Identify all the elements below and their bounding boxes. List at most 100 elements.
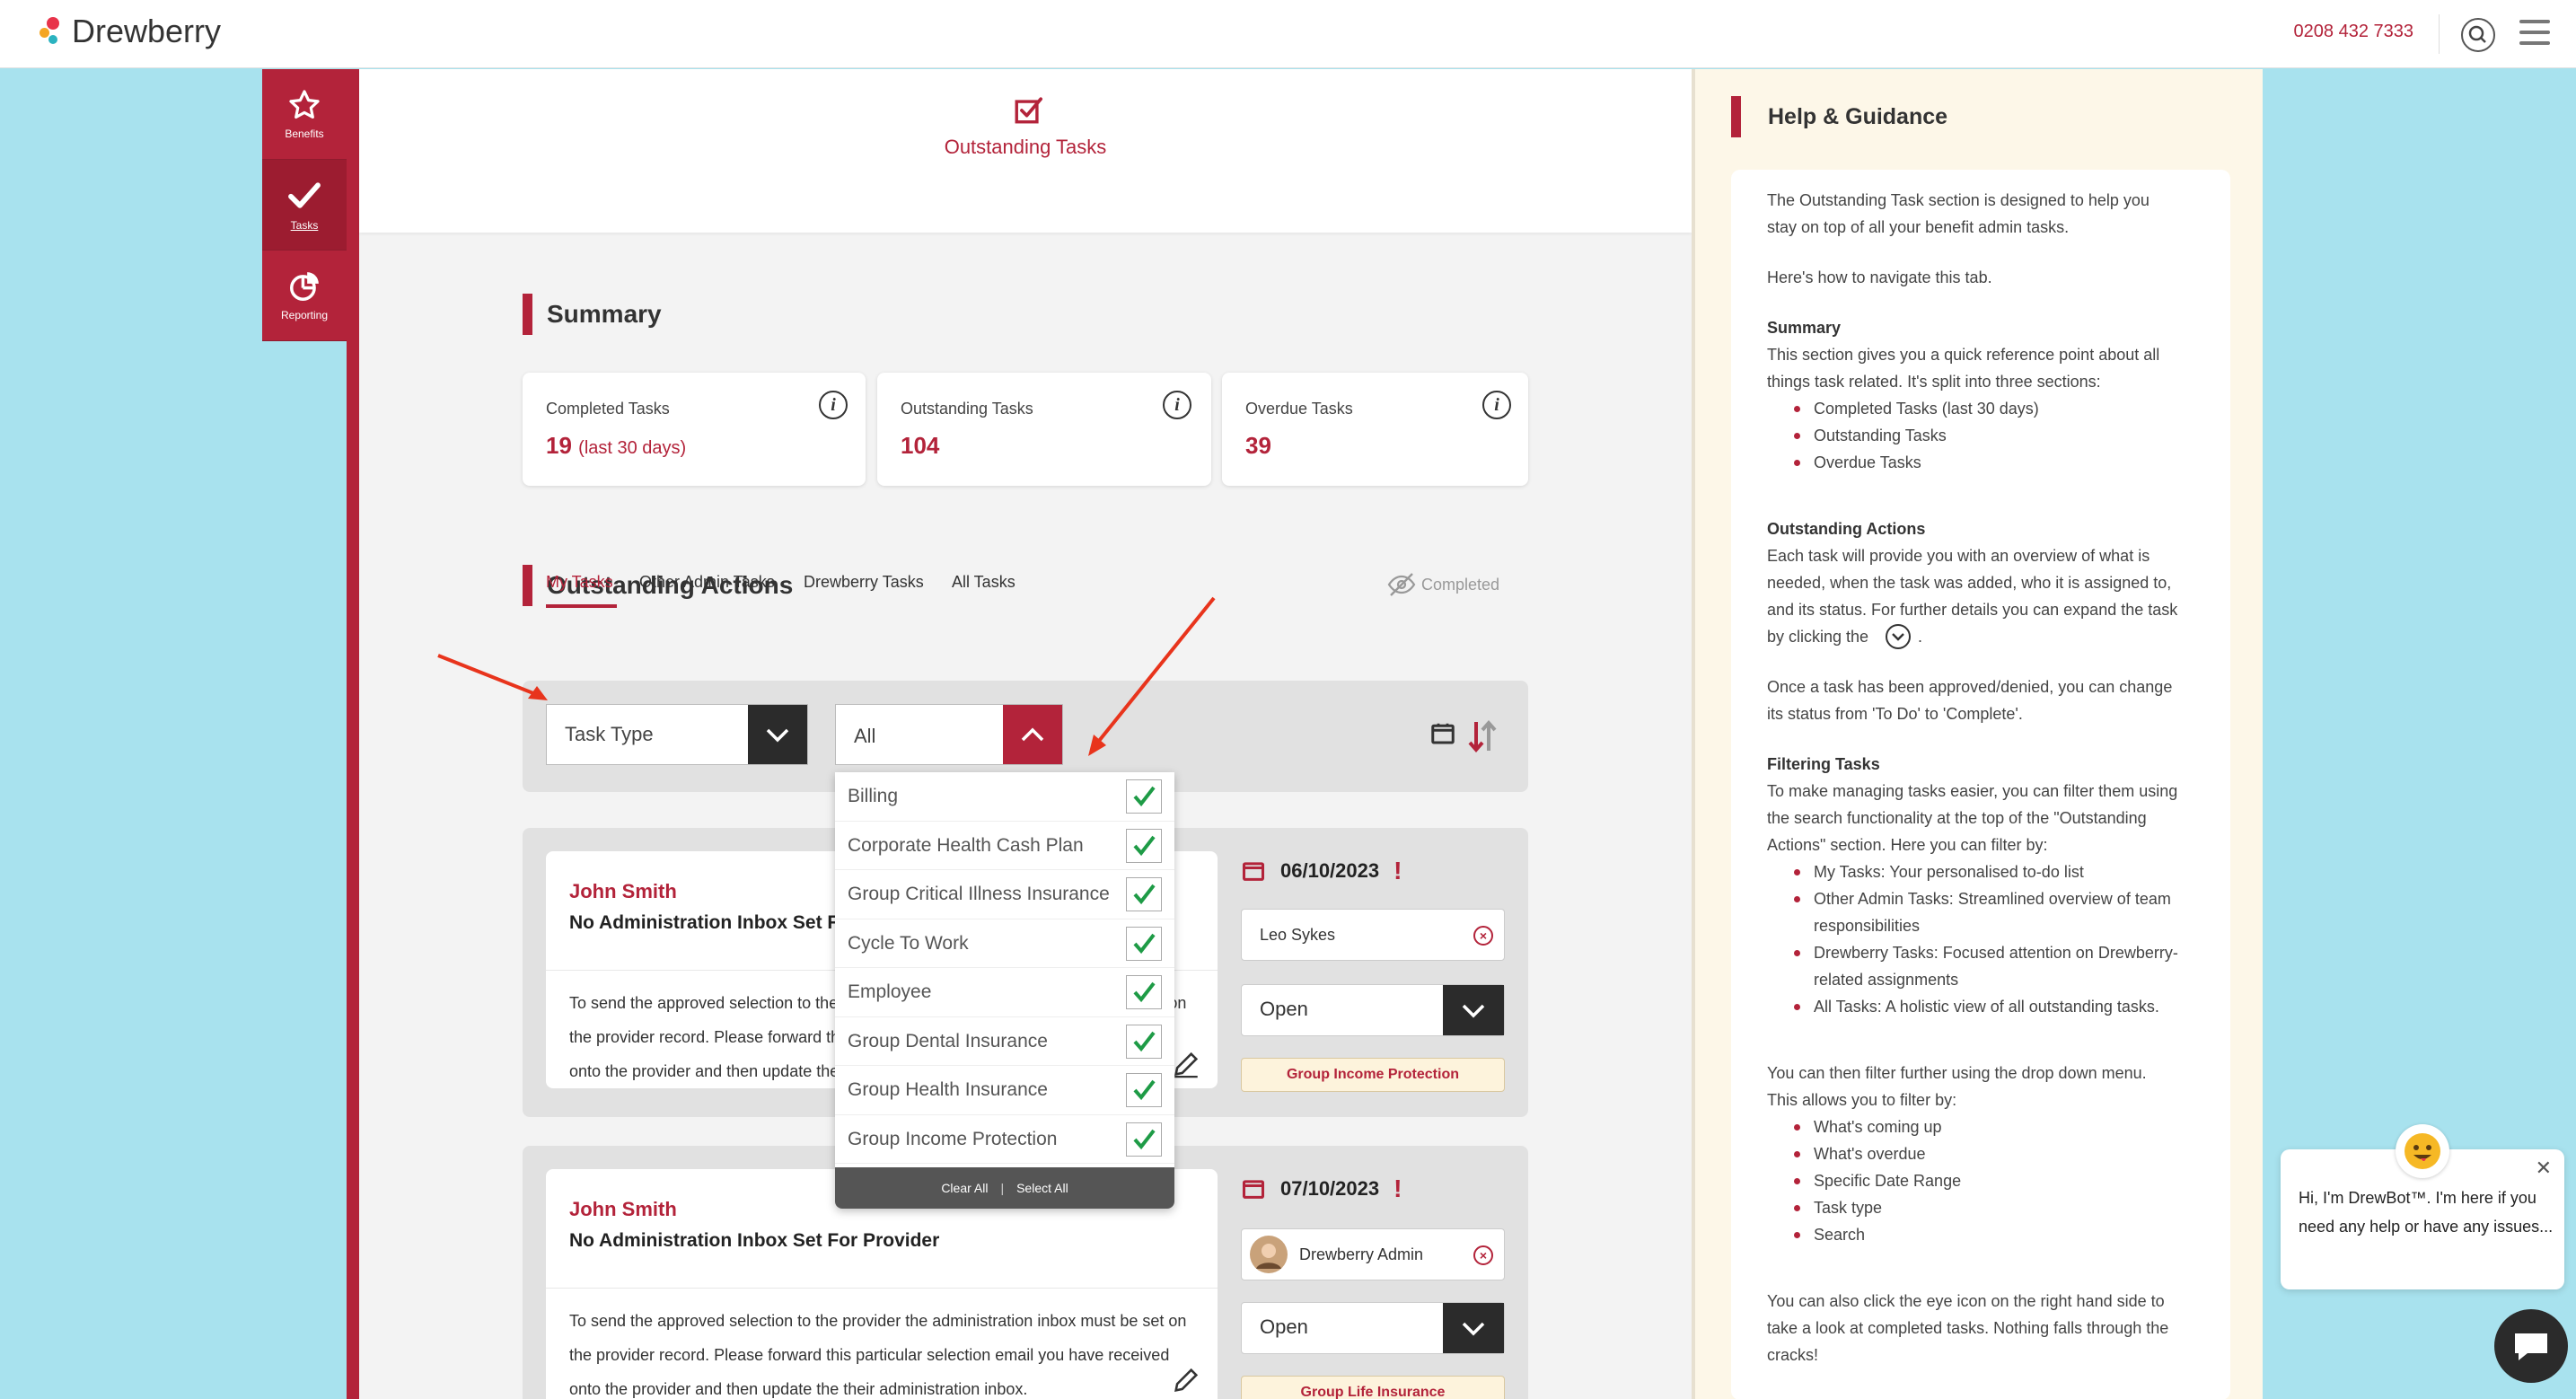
info-icon[interactable]: i — [819, 391, 848, 419]
assignee-field[interactable]: Leo Sykes × — [1241, 909, 1505, 961]
status-dropdown-button[interactable] — [1443, 985, 1504, 1035]
clear-all-button[interactable]: Clear All — [941, 1181, 988, 1195]
completed-toggle[interactable]: Completed — [1387, 572, 1499, 597]
chevron-down-icon — [1462, 1004, 1485, 1018]
option-checkbox[interactable] — [1126, 877, 1162, 911]
help-text-line: the search functionality at the top of t… — [1767, 809, 2147, 827]
menu-line — [2519, 31, 2550, 34]
close-icon[interactable]: ✕ — [2536, 1157, 2552, 1180]
option-checkbox[interactable] — [1126, 1073, 1162, 1107]
help-panel: Help & Guidance The Outstanding Task sec… — [1692, 69, 2263, 1399]
heading-accent — [523, 294, 532, 335]
hamburger-menu-button[interactable] — [2519, 20, 2550, 48]
status-select[interactable]: Open — [1241, 1302, 1505, 1354]
chat-bubble-icon — [2515, 1333, 2547, 1360]
chevron-down-icon — [766, 728, 789, 743]
task-type-dropdown-button[interactable] — [748, 705, 807, 764]
calendar-icon[interactable] — [1429, 720, 1456, 747]
sidebar-item-label: Benefits — [285, 128, 324, 140]
active-tab-indicator — [546, 604, 617, 608]
select-all-button[interactable]: Select All — [1016, 1181, 1068, 1195]
chevron-circle-icon — [1886, 624, 1911, 649]
option-checkbox[interactable] — [1126, 975, 1162, 1009]
heading-accent — [523, 565, 532, 606]
footer-separator: | — [1000, 1181, 1005, 1195]
chatbot-avatar[interactable] — [2396, 1124, 2449, 1178]
remove-assignee-icon[interactable]: × — [1473, 1245, 1493, 1265]
option-checkbox[interactable] — [1126, 926, 1162, 961]
option-checkbox[interactable] — [1126, 1024, 1162, 1059]
checkmark-icon — [1133, 1129, 1156, 1149]
phone-number[interactable]: 0208 432 7333 — [2294, 22, 2413, 42]
assignee-field[interactable]: Drewberry Admin × — [1241, 1228, 1505, 1280]
summary-heading: Summary — [523, 294, 662, 335]
task-date-text: 06/10/2023 — [1280, 859, 1380, 882]
info-icon[interactable]: i — [1163, 391, 1191, 419]
card-label: Outstanding Tasks — [901, 400, 1033, 418]
sidebar-item-benefits[interactable]: Benefits — [262, 69, 347, 160]
sidebar-item-tasks[interactable]: Tasks — [262, 160, 347, 251]
dropdown-option[interactable]: Corporate Health Cash Plan — [835, 822, 1174, 870]
checkmark-icon — [1133, 981, 1156, 1003]
sidebar-item-label: Reporting — [280, 309, 329, 321]
option-label: Group Dental Insurance — [848, 1030, 1048, 1051]
pencil-edit-icon[interactable] — [1171, 1049, 1201, 1079]
task-user-name: John Smith — [569, 1198, 677, 1220]
search-button[interactable] — [2461, 18, 2495, 52]
help-title-text: Help & Guidance — [1768, 103, 1948, 129]
chatbot-message: Hi, I'm DrewBot™. I'm here if you need a… — [2299, 1189, 2554, 1236]
option-checkbox[interactable] — [1126, 779, 1162, 814]
dropdown-option[interactable]: Group Dental Insurance — [835, 1017, 1174, 1066]
checkmark-icon — [1133, 1031, 1156, 1051]
status-value: Open — [1260, 998, 1308, 1020]
checkmark-icon — [1133, 1079, 1156, 1101]
category-filter-value: All — [854, 725, 876, 747]
tab-my-tasks[interactable]: My Tasks — [546, 573, 613, 592]
task-card-divider — [546, 1288, 1218, 1289]
pie-chart-icon — [290, 272, 319, 301]
pencil-edit-icon[interactable] — [1171, 1365, 1201, 1395]
page-title: Outstanding Tasks — [944, 136, 1107, 158]
heading-accent — [1731, 96, 1741, 137]
sidebar-item-reporting[interactable]: Reporting — [262, 251, 347, 341]
logo[interactable]: Drewberry — [38, 13, 221, 50]
dropdown-option[interactable]: Billing — [835, 772, 1174, 822]
task-date-text: 07/10/2023 — [1280, 1177, 1380, 1200]
chat-launcher-button[interactable] — [2494, 1309, 2568, 1383]
option-label: Group Critical Illness Insurance — [848, 884, 1110, 904]
status-dropdown-button[interactable] — [1443, 1303, 1504, 1353]
option-checkbox[interactable] — [1126, 1122, 1162, 1157]
help-list-item: Other Admin Tasks: Streamlined overview … — [1794, 890, 2171, 908]
help-text-line: Actions" section. Here you can filter by… — [1767, 836, 2048, 854]
dropdown-option[interactable]: Cycle To Work — [835, 919, 1174, 968]
tab-other-admin-tasks[interactable]: Other Admin Tasks — [639, 573, 775, 592]
dropdown-option[interactable]: Group Critical Illness Insurance — [835, 870, 1174, 919]
benefit-type-tag: Group Life Insurance — [1241, 1376, 1505, 1399]
option-checkbox[interactable] — [1126, 828, 1162, 863]
category-filter-dropdown-button[interactable] — [1003, 705, 1062, 764]
category-filter-select[interactable]: All — [835, 704, 1063, 765]
remove-assignee-icon[interactable]: × — [1473, 926, 1493, 946]
tab-all-tasks[interactable]: All Tasks — [952, 573, 1015, 592]
help-list-item: responsibilities — [1814, 917, 1921, 935]
dropdown-option[interactable]: Group Income Protection — [835, 1115, 1174, 1164]
header-divider — [2439, 14, 2440, 54]
completed-count: 19 — [546, 432, 572, 459]
menu-line — [2519, 20, 2550, 23]
help-text-line: things task related. It's split into thr… — [1767, 373, 2101, 391]
option-label: Employee — [848, 981, 932, 1002]
tab-drewberry-tasks[interactable]: Drewberry Tasks — [804, 573, 924, 592]
checkmark-icon — [1133, 786, 1156, 807]
info-icon[interactable]: i — [1482, 391, 1511, 419]
dropdown-option[interactable]: Employee — [835, 968, 1174, 1017]
dropdown-option[interactable]: Group Health Insurance — [835, 1066, 1174, 1115]
completed-period: (last 30 days) — [578, 438, 687, 458]
sidebar-accent-strip — [347, 69, 359, 1399]
sort-icon[interactable] — [1465, 717, 1501, 756]
status-select[interactable]: Open — [1241, 984, 1505, 1036]
annotation-arrow-right — [1088, 596, 1216, 756]
benefit-type-tag: Group Income Protection — [1241, 1058, 1505, 1092]
task-type-select[interactable]: Task Type — [546, 704, 808, 765]
help-text-line: cracks! — [1767, 1346, 1819, 1364]
help-text-line: To make managing tasks easier, you can f… — [1767, 782, 2178, 800]
